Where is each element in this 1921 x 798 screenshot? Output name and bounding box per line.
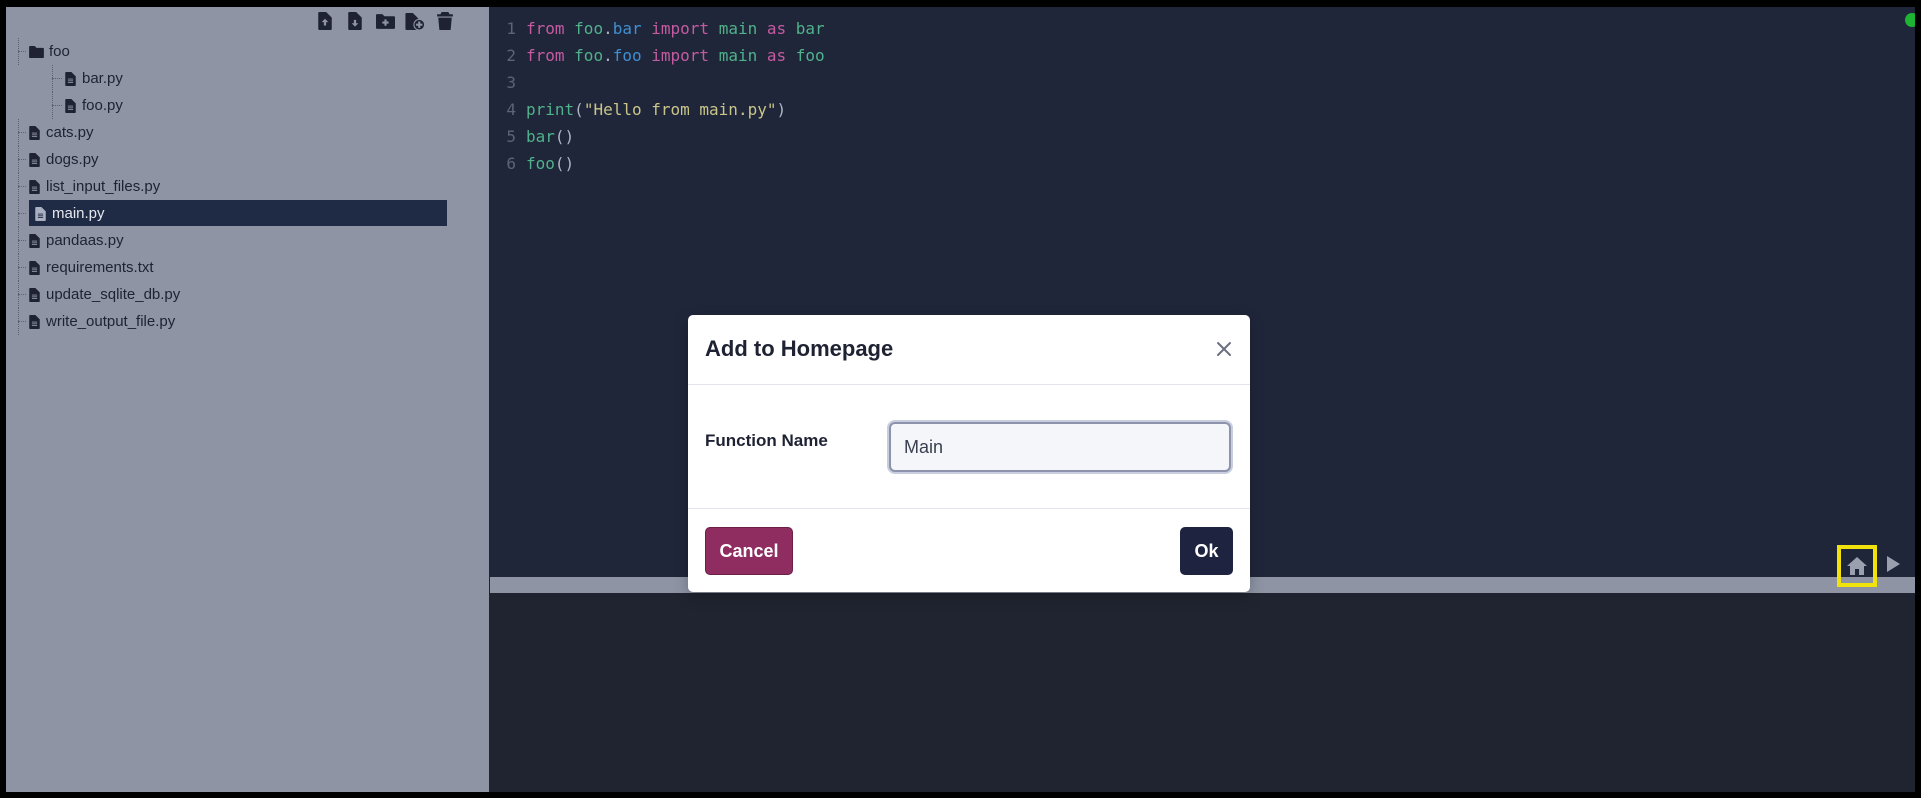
cancel-button[interactable]: Cancel — [705, 527, 793, 575]
tree-file-list_input_files-py[interactable]: list_input_files.py — [6, 173, 489, 200]
trash-icon — [437, 12, 453, 30]
folder-icon — [29, 44, 45, 59]
close-button[interactable] — [1212, 337, 1236, 361]
code-lines: 1 from foo.bar import main as bar 2 from fo… — [490, 15, 825, 177]
line-number: 5 — [506, 127, 516, 146]
tree-item-label: pandaas.py — [46, 232, 124, 249]
tree-folder-foo[interactable]: foo — [6, 38, 489, 65]
file-icon — [29, 152, 42, 167]
file-icon — [29, 233, 42, 248]
file-icon — [29, 179, 42, 194]
dialog-footer: Cancel Ok — [688, 509, 1250, 593]
run-button[interactable] — [1887, 554, 1901, 574]
tree-item-label: list_input_files.py — [46, 178, 161, 195]
code-line: 1 from foo.bar import main as bar — [490, 15, 825, 42]
app-frame: foo bar.py foo.py cats.py dogs.py list_input_… — [6, 7, 1915, 792]
file-download-icon — [348, 12, 362, 30]
tree-branch — [18, 132, 26, 133]
delete-button[interactable] — [434, 10, 456, 32]
upload-file-button[interactable] — [314, 10, 336, 32]
dialog-title: Add to Homepage — [705, 336, 894, 361]
line-number: 3 — [506, 73, 516, 92]
tree-item-label: foo — [49, 43, 70, 60]
code-text: foo() — [526, 154, 575, 173]
code-line: 6 foo() — [490, 150, 825, 177]
dialog-body: Function Name — [688, 385, 1250, 509]
close-icon — [1217, 342, 1231, 356]
tree-file-update_sqlite_db-py[interactable]: update_sqlite_db.py — [6, 281, 489, 308]
tree-file-bar-py[interactable]: bar.py — [6, 65, 489, 92]
tree-file-cats-py[interactable]: cats.py — [6, 119, 489, 146]
tree-item-label: dogs.py — [46, 151, 99, 168]
file-icon — [29, 125, 42, 140]
tree-branch — [52, 105, 62, 106]
tree-item-label: cats.py — [46, 124, 94, 141]
new-folder-button[interactable] — [374, 10, 396, 32]
tree-file-write_output_file-py[interactable]: write_output_file.py — [6, 308, 489, 335]
tree-file-foo-py[interactable]: foo.py — [6, 92, 489, 119]
code-text: from foo.foo import main as foo — [526, 46, 825, 65]
tree-item-label: write_output_file.py — [46, 313, 176, 330]
function-name-input[interactable] — [889, 422, 1231, 472]
tree-branch — [18, 321, 26, 322]
file-icon — [29, 314, 42, 329]
tree-branch — [18, 186, 26, 187]
tree-branch — [18, 294, 26, 295]
add-to-homepage-dialog: Add to Homepage Function Name Cancel Ok — [688, 315, 1250, 592]
file-upload-icon — [318, 12, 332, 30]
code-line: 4 print("Hello from main.py") — [490, 96, 825, 123]
tree-branch — [18, 213, 26, 214]
tree-item-label: foo.py — [82, 97, 123, 114]
function-name-label: Function Name — [705, 431, 828, 450]
file-toolbar — [314, 10, 456, 32]
file-explorer-sidebar: foo bar.py foo.py cats.py dogs.py list_input_… — [6, 7, 489, 792]
folder-plus-icon — [375, 13, 395, 29]
file-icon — [29, 260, 42, 275]
tree-item-label: update_sqlite_db.py — [46, 286, 181, 303]
line-number: 2 — [506, 46, 516, 65]
tree-file-dogs-py[interactable]: dogs.py — [6, 146, 489, 173]
tree-branch — [18, 159, 26, 160]
tree-item-label: requirements.txt — [46, 259, 154, 276]
download-file-button[interactable] — [344, 10, 366, 32]
file-icon — [65, 98, 78, 113]
tree-item-label: main.py — [52, 205, 105, 222]
tree-branch — [18, 240, 26, 241]
tree-branch — [52, 78, 62, 79]
home-icon — [1847, 557, 1867, 575]
tree-file-pandaas-py[interactable]: pandaas.py — [6, 227, 489, 254]
code-line: 3 — [490, 69, 825, 96]
add-to-homepage-button[interactable] — [1837, 545, 1877, 587]
status-indicator — [1905, 13, 1915, 27]
tree-item-label: bar.py — [82, 70, 123, 87]
file-icon — [35, 206, 48, 221]
file-tree: foo bar.py foo.py cats.py dogs.py list_input_… — [6, 38, 489, 335]
ok-button[interactable]: Ok — [1180, 527, 1233, 575]
line-number: 6 — [506, 154, 516, 173]
file-plus-icon — [405, 12, 425, 30]
line-number: 1 — [506, 19, 516, 38]
code-line: 5 bar() — [490, 123, 825, 150]
code-line: 2 from foo.foo import main as foo — [490, 42, 825, 69]
line-number: 4 — [506, 100, 516, 119]
code-text: from foo.bar import main as bar — [526, 19, 825, 38]
tree-file-requirements-txt[interactable]: requirements.txt — [6, 254, 489, 281]
play-icon — [1887, 556, 1900, 572]
file-icon — [65, 71, 78, 86]
tree-branch — [18, 51, 26, 52]
new-file-button[interactable] — [404, 10, 426, 32]
file-icon — [29, 287, 42, 302]
output-console — [490, 593, 1915, 792]
code-text: bar() — [526, 127, 575, 146]
tree-file-main-py[interactable]: main.py — [6, 200, 489, 227]
code-text: print("Hello from main.py") — [526, 100, 787, 119]
dialog-header: Add to Homepage — [688, 315, 1250, 385]
tree-branch — [18, 267, 26, 268]
